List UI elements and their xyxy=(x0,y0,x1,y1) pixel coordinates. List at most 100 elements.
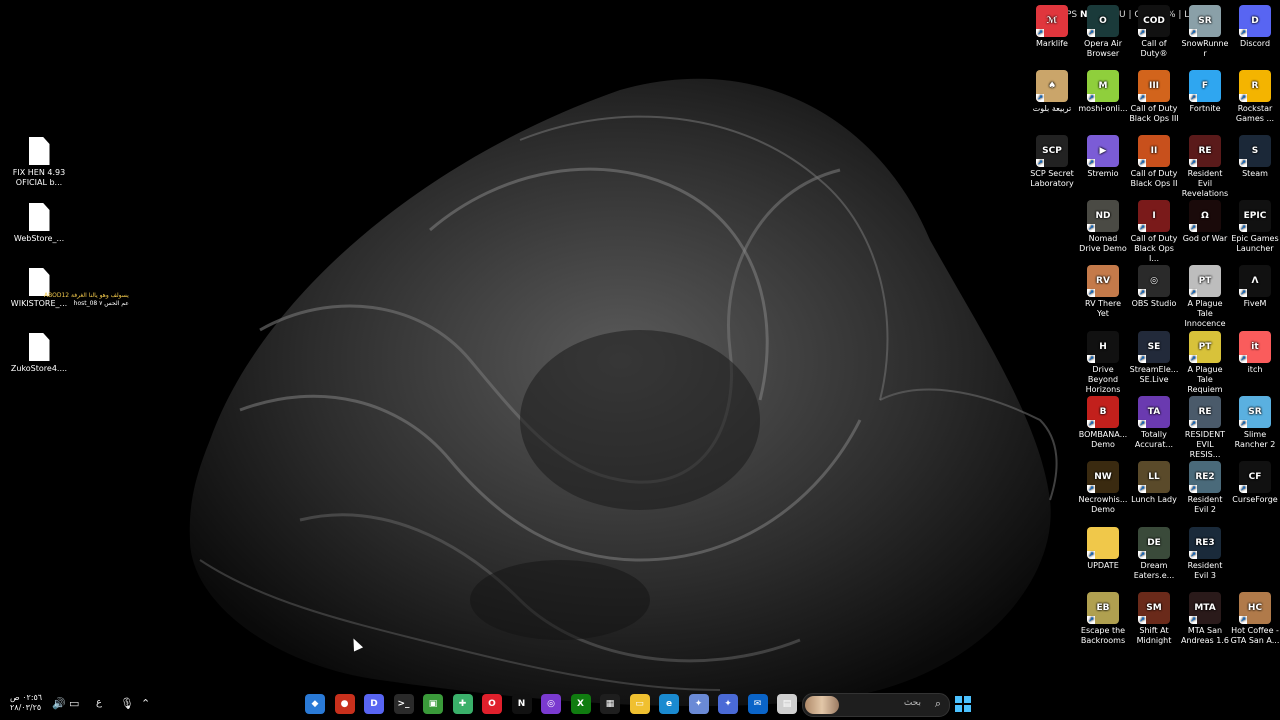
copilot2-app-icon[interactable]: ✦ xyxy=(718,694,738,714)
desktop-shortcut[interactable]: III ↗ Call of Duty Black Ops III xyxy=(1129,70,1179,124)
desktop-file-zukostore[interactable]: ZukoStore4.... xyxy=(9,333,69,374)
shortcut-arrow-icon: ↗ xyxy=(1239,616,1247,624)
shortcut-arrow-icon: ↗ xyxy=(1189,224,1197,232)
edge-app-icon[interactable]: e xyxy=(659,694,679,714)
desktop-shortcut[interactable]: ↗ UPDATE xyxy=(1078,527,1128,571)
shortcut-arrow-icon: ↗ xyxy=(1189,94,1197,102)
shortcut-arrow-icon: ↗ xyxy=(1239,485,1247,493)
shortcut-arrow-icon: ↗ xyxy=(1087,551,1095,559)
desktop-shortcut[interactable]: F ↗ Fortnite xyxy=(1180,70,1230,114)
desktop-shortcut[interactable]: SR ↗ Slime Rancher 2 xyxy=(1230,396,1280,450)
desktop-shortcut[interactable]: H ↗ Drive Beyond Horizons xyxy=(1078,331,1128,395)
desktop-shortcut[interactable]: HC ↗ Hot Coffee - GTA San A... xyxy=(1230,592,1280,646)
desktop-shortcut[interactable]: RE ↗ RESIDENT EVIL RESIS... xyxy=(1180,396,1230,460)
desktop-shortcut[interactable]: D ↗ Discord xyxy=(1230,5,1280,49)
desktop-shortcut[interactable]: Ω ↗ God of War xyxy=(1180,200,1230,244)
shortcut-arrow-icon: ↗ xyxy=(1138,551,1146,559)
desktop-shortcut[interactable]: it ↗ itch xyxy=(1230,331,1280,375)
desktop-shortcut[interactable]: I ↗ Call of Duty Black Ops I... xyxy=(1129,200,1179,264)
start-button[interactable] xyxy=(955,696,971,712)
desktop-shortcut[interactable]: R ↗ Rockstar Games ... xyxy=(1230,70,1280,124)
desktop-shortcut[interactable]: ◎ ↗ OBS Studio xyxy=(1129,265,1179,309)
desktop-shortcut[interactable]: O ↗ Opera Air Browser xyxy=(1078,5,1128,59)
desktop-shortcut[interactable]: RE↗Resident Evil Revelations 2 xyxy=(1180,135,1230,209)
shortcut-arrow-icon: ↗ xyxy=(1036,159,1044,167)
copilot-app-icon[interactable]: ✦ xyxy=(688,694,709,714)
puzzle-app-icon[interactable]: ✚ xyxy=(452,694,473,714)
shortcut-arrow-icon: ↗ xyxy=(1036,94,1044,102)
shortcut-arrow-icon: ↗ xyxy=(1239,94,1247,102)
file-icon xyxy=(28,203,50,231)
desktop-shortcut[interactable]: II ↗ Call of Duty Black Ops II xyxy=(1129,135,1179,189)
desktop-shortcut[interactable]: NW ↗ Necrowhis... Demo xyxy=(1078,461,1128,515)
desktop-file-webstore[interactable]: WebStore_... xyxy=(9,203,69,244)
store-app-icon[interactable]: ▦ xyxy=(600,694,620,714)
minecraft-app-icon[interactable]: ▣ xyxy=(423,694,443,714)
chat-line: عم الحس ٧ host_08 xyxy=(73,300,129,307)
shortcut-label: MTA San Andreas 1.6 xyxy=(1181,626,1229,645)
shortcut-arrow-icon: ↗ xyxy=(1189,159,1197,167)
desktop-shortcut[interactable]: MTA ↗ MTA San Andreas 1.6 xyxy=(1180,592,1230,646)
chevron-up-icon[interactable]: ⌃ xyxy=(141,697,150,710)
desktop-shortcut[interactable]: PT ↗ A Plague Tale Innocence xyxy=(1180,265,1230,329)
desktop-shortcut[interactable]: RE2 ↗ Resident Evil 2 xyxy=(1180,461,1230,515)
desktop-shortcut[interactable]: SE ↗ StreamEle... SE.Live xyxy=(1129,331,1179,385)
discord-app-icon[interactable]: D xyxy=(364,694,384,714)
xbox-app-icon[interactable]: X xyxy=(570,694,591,714)
desktop-shortcut[interactable]: DE ↗ Dream Eaters.e... xyxy=(1129,527,1179,581)
terminal-app-icon[interactable]: >_ xyxy=(393,694,414,714)
desktop-shortcut[interactable]: ♠ ↗ تربيعة بلوت xyxy=(1027,70,1077,114)
shortcut-arrow-icon: ↗ xyxy=(1239,224,1247,232)
app-icon: B ↗ xyxy=(1087,396,1119,428)
network-icon[interactable]: ▭ xyxy=(69,697,79,710)
microphone-icon[interactable]: 🎙 xyxy=(120,697,134,710)
explorer-app-icon[interactable]: ▭ xyxy=(629,694,650,714)
desktop-shortcut[interactable]: B ↗ BOMBANA... Demo xyxy=(1078,396,1128,450)
shield-app-icon[interactable]: ◆ xyxy=(305,694,325,714)
desktop-file-fix-hen[interactable]: FIX HEN 4.93 OFICIAL b... xyxy=(9,137,69,188)
desktop-shortcut[interactable]: RV ↗ RV There Yet xyxy=(1078,265,1128,319)
app-icon: RE2 ↗ xyxy=(1189,461,1221,493)
file-icon xyxy=(28,137,50,165)
desktop-shortcut[interactable]: TA ↗ Totally Accurat... xyxy=(1129,396,1179,450)
netflix-app-icon[interactable]: N xyxy=(511,694,532,714)
taskbar-search[interactable]: بحث ⌕ xyxy=(802,693,950,717)
desktop-shortcut[interactable]: COD ↗ Call of Duty® xyxy=(1129,5,1179,59)
desktop-shortcut[interactable]: S ↗ Steam xyxy=(1230,135,1280,179)
app-icon: SR ↗ xyxy=(1239,396,1271,428)
desktop-shortcut[interactable]: ND ↗ Nomad Drive Demo xyxy=(1078,200,1128,254)
desktop-shortcut[interactable]: LL ↗ Lunch Lady xyxy=(1129,461,1179,505)
app-icon: HC ↗ xyxy=(1239,592,1271,624)
desktop-shortcut[interactable]: ▶ ↗ Stremio xyxy=(1078,135,1128,179)
desktop-shortcut[interactable]: M ↗ moshi-onli... xyxy=(1078,70,1128,114)
app-icon: ℳ ↗ xyxy=(1036,5,1068,37)
desktop-shortcut[interactable]: ℳ ↗ Marklife xyxy=(1027,5,1077,49)
outlook-app-icon[interactable]: ✉ xyxy=(747,694,768,714)
desktop-shortcut[interactable]: CF ↗ CurseForge xyxy=(1230,461,1280,505)
desktop-shortcut[interactable]: Λ ↗ FiveM xyxy=(1230,265,1280,309)
app-icon: ↗ xyxy=(1087,527,1119,559)
app-icon: SCP ↗ xyxy=(1036,135,1068,167)
desktop-shortcut[interactable]: RE3 ↗ Resident Evil 3 xyxy=(1180,527,1230,581)
shortcut-arrow-icon: ↗ xyxy=(1087,420,1095,428)
windows-logo-icon xyxy=(955,705,962,712)
shortcut-label: Drive Beyond Horizons xyxy=(1085,365,1121,394)
capture-app-icon[interactable]: ◎ xyxy=(541,694,561,714)
desktop-shortcut[interactable]: SCP ↗ SCP Secret Laboratory xyxy=(1027,135,1077,189)
language-indicator[interactable]: ع xyxy=(96,697,102,708)
shortcut-label: SnowRunner xyxy=(1181,39,1229,58)
shortcut-label: Stremio xyxy=(1087,169,1119,178)
desktop-shortcut[interactable]: EB ↗ Escape the Backrooms xyxy=(1078,592,1128,646)
notepad-app-icon[interactable]: ▤ xyxy=(777,694,797,714)
shortcut-label: OBS Studio xyxy=(1131,299,1177,308)
desktop-shortcut[interactable]: SR ↗ SnowRunner xyxy=(1180,5,1230,59)
app-icon: ♠ ↗ xyxy=(1036,70,1068,102)
opera-app-icon[interactable]: O xyxy=(482,694,502,714)
desktop-shortcut[interactable]: PT ↗ A Plague Tale Requiem xyxy=(1180,331,1230,395)
desktop-shortcut[interactable]: EPIC ↗ Epic Games Launcher xyxy=(1230,200,1280,254)
taskbar-clock[interactable]: ٠٢:٥٦ ص ٢٨/٠٣/٢٥ xyxy=(10,693,42,713)
shortcut-arrow-icon: ↗ xyxy=(1138,289,1146,297)
volume-icon[interactable]: 🔊 xyxy=(52,697,66,710)
desktop-shortcut[interactable]: SM ↗ Shift At Midnight xyxy=(1129,592,1179,646)
game-app-icon[interactable]: ● xyxy=(334,694,355,714)
